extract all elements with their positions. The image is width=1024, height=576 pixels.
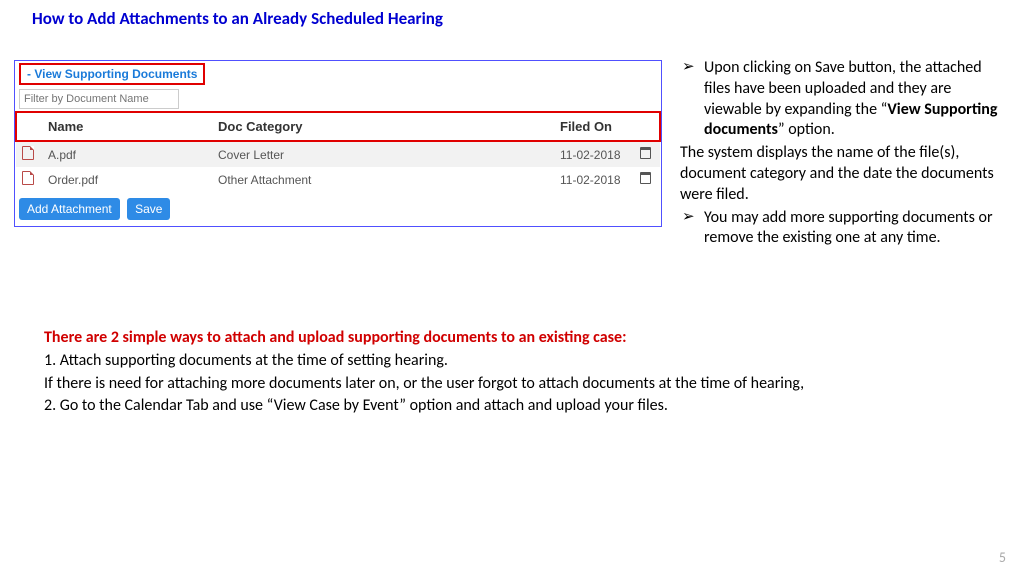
col-header-filed: Filed On: [554, 112, 634, 141]
lower-line-3: 2. Go to the Calendar Tab and use “View …: [44, 396, 984, 417]
supporting-documents-panel: - View Supporting Documents Name Doc Cat…: [14, 60, 662, 227]
col-header-category: Doc Category: [212, 112, 554, 141]
pdf-icon: [22, 146, 34, 160]
add-attachment-button[interactable]: Add Attachment: [19, 198, 120, 220]
bullet-2: You may add more supporting documents or…: [680, 208, 1010, 250]
table-header-row: Name Doc Category Filed On: [16, 112, 660, 141]
doc-category: Cover Letter: [212, 141, 554, 167]
col-header-name: Name: [42, 112, 212, 141]
bullet-1: Upon clicking on Save button, the attach…: [680, 58, 1010, 141]
view-supporting-documents-link[interactable]: - View Supporting Documents: [21, 65, 203, 83]
delete-icon[interactable]: [640, 147, 651, 159]
right-explanatory-text: Upon clicking on Save button, the attach…: [680, 58, 1010, 251]
red-lead-text: There are 2 simple ways to attach and up…: [44, 328, 984, 349]
paragraph-1: The system displays the name of the file…: [680, 143, 1010, 205]
filter-by-document-name-input[interactable]: [19, 89, 179, 109]
doc-name: Order.pdf: [42, 167, 212, 192]
table-row: A.pdf Cover Letter 11-02-2018: [16, 141, 660, 167]
pdf-icon: [22, 171, 34, 185]
save-button[interactable]: Save: [127, 198, 170, 220]
table-row: Order.pdf Other Attachment 11-02-2018: [16, 167, 660, 192]
delete-icon[interactable]: [640, 172, 651, 184]
button-row: Add Attachment Save: [15, 192, 661, 226]
lower-line-1: 1. Attach supporting documents at the ti…: [44, 351, 984, 372]
lower-body-text: There are 2 simple ways to attach and up…: [44, 328, 984, 419]
doc-filed: 11-02-2018: [554, 167, 634, 192]
lower-line-2: If there is need for attaching more docu…: [44, 374, 984, 395]
documents-table: Name Doc Category Filed On A.pdf Cover L…: [15, 111, 661, 192]
doc-filed: 11-02-2018: [554, 141, 634, 167]
page-title: How to Add Attachments to an Already Sch…: [32, 8, 443, 29]
doc-category: Other Attachment: [212, 167, 554, 192]
vsd-highlight-box: - View Supporting Documents: [19, 63, 205, 85]
page-number: 5: [999, 549, 1006, 566]
doc-name: A.pdf: [42, 141, 212, 167]
